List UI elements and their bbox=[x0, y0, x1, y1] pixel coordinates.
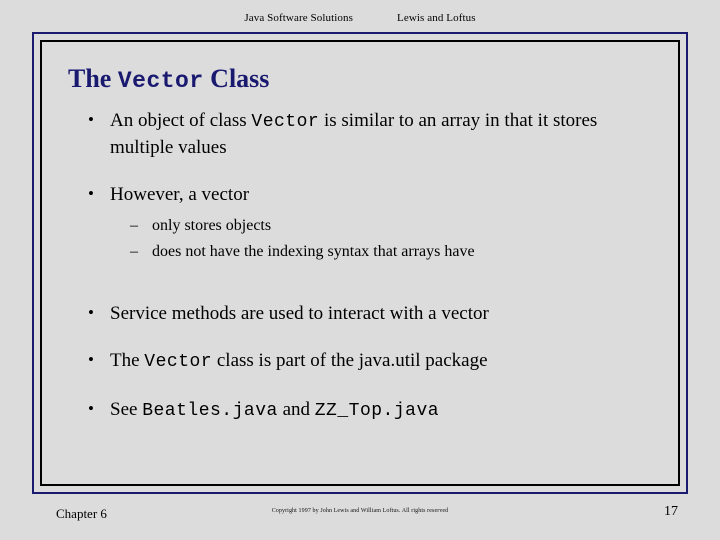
list-item: • An object of class Vector is similar t… bbox=[66, 108, 654, 160]
dash-marker-icon: – bbox=[130, 242, 138, 260]
bullet-marker-icon: • bbox=[88, 398, 94, 418]
bullet-text-part1: See bbox=[110, 398, 143, 420]
list-item: • The Vector class is part of the java.u… bbox=[66, 348, 654, 375]
bullet-marker-icon: • bbox=[88, 302, 94, 322]
bullet-text-part1: The bbox=[110, 349, 145, 371]
sub-bullet-text: does not have the indexing syntax that a… bbox=[152, 242, 475, 260]
bullet-text-part2: class is part of the java.util package bbox=[212, 349, 488, 371]
bullet-code-vector: Vector bbox=[144, 351, 213, 372]
page-title: The Vector Class bbox=[68, 64, 654, 94]
slide-content: The Vector Class • An object of class Ve… bbox=[42, 42, 678, 484]
bullet-code-vector: Vector bbox=[251, 112, 320, 133]
bullet-text: See Beatles.java and ZZ_Top.java bbox=[110, 398, 440, 421]
bullet-text: Service methods are used to interact wit… bbox=[110, 302, 489, 324]
sub-bullet-list: – only stores objects – does not have th… bbox=[110, 214, 654, 262]
bullet-text-part2: and bbox=[277, 398, 315, 420]
slide-outer-border: The Vector Class • An object of class Ve… bbox=[32, 32, 688, 494]
bullet-marker-icon: • bbox=[88, 184, 94, 204]
title-code-vector: Vector bbox=[117, 68, 204, 94]
header-authors: Lewis and Loftus bbox=[397, 12, 476, 24]
title-text-suffix: Class bbox=[203, 64, 270, 93]
list-item: – only stores objects bbox=[110, 214, 654, 237]
bullet-text: However, a vector bbox=[110, 184, 249, 205]
sub-bullet-text: only stores objects bbox=[152, 217, 272, 235]
bullet-text-part1: An object of class bbox=[110, 110, 252, 132]
slide-header: Java Software Solutions Lewis and Loftus bbox=[0, 12, 720, 24]
bullet-marker-icon: • bbox=[88, 349, 94, 369]
bullet-text: An object of class Vector is similar to … bbox=[110, 110, 597, 158]
list-item: – does not have the indexing syntax that… bbox=[110, 240, 654, 263]
list-item: • However, a vector – only stores object… bbox=[66, 182, 654, 262]
header-book-title: Java Software Solutions bbox=[244, 12, 354, 24]
bullet-marker-icon: • bbox=[88, 110, 94, 130]
footer-page-number: 17 bbox=[664, 504, 678, 519]
slide-inner-border: The Vector Class • An object of class Ve… bbox=[40, 40, 680, 486]
bullet-text-part1: However, a vector bbox=[110, 184, 250, 206]
footer-copyright-notice: Copyright 1997 by John Lewis and William… bbox=[271, 508, 449, 514]
list-item: • Service methods are used to interact w… bbox=[66, 301, 654, 326]
bullet-code-beatles-file: Beatles.java bbox=[142, 400, 278, 421]
title-text-prefix: The bbox=[68, 64, 118, 93]
list-item: • See Beatles.java and ZZ_Top.java bbox=[66, 397, 654, 424]
bullet-text: The Vector class is part of the java.uti… bbox=[110, 349, 488, 372]
dash-marker-icon: – bbox=[130, 217, 138, 235]
bullet-code-zztop-file: ZZ_Top.java bbox=[314, 400, 440, 421]
bullet-list: • An object of class Vector is similar t… bbox=[66, 108, 654, 423]
